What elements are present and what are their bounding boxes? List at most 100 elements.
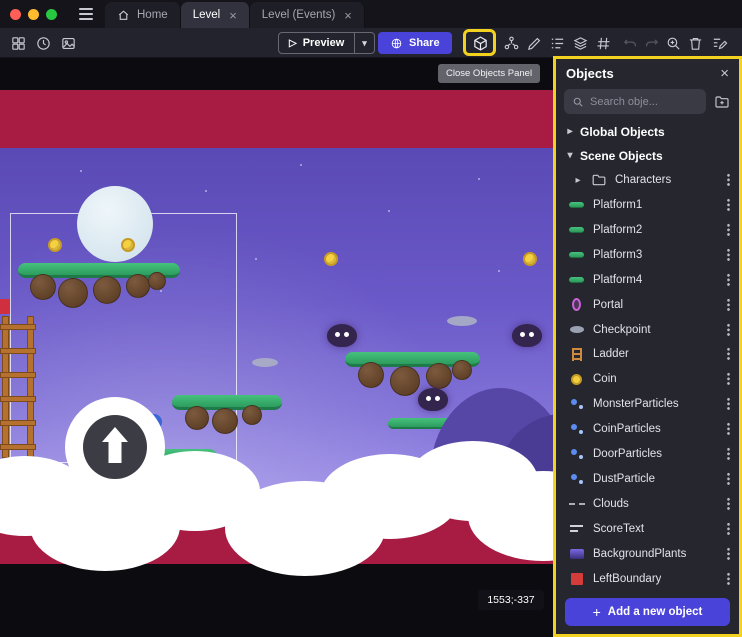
text-icon (568, 524, 585, 533)
plants-icon (568, 549, 585, 559)
grid-icon[interactable] (593, 33, 613, 53)
object-item-clouds[interactable]: Clouds (556, 491, 739, 516)
tab-label: Level (Events) (262, 9, 336, 21)
add-folder-icon[interactable] (713, 94, 731, 110)
item-menu-icon[interactable] (727, 397, 730, 411)
cursor-coordinates: 1553;-337 (478, 590, 544, 610)
history-icon[interactable] (33, 33, 53, 53)
item-menu-icon[interactable] (727, 347, 730, 361)
item-menu-icon[interactable] (727, 572, 730, 586)
object-item-backgroundplants[interactable]: BackgroundPlants (556, 541, 739, 566)
item-menu-icon[interactable] (727, 248, 730, 262)
menu-icon[interactable] (67, 0, 105, 28)
add-new-object-button[interactable]: + Add a new object (565, 598, 730, 626)
panels-icon[interactable] (8, 33, 28, 53)
tab-home[interactable]: Home (105, 2, 181, 28)
object-item-platform3[interactable]: Platform3 (556, 242, 739, 267)
ladder-icon (568, 348, 585, 361)
dashed-line-icon (568, 503, 585, 505)
maximize-window-button[interactable] (46, 9, 57, 20)
gdevelop-window: Home Level × Level (Events) × ▷ Previe (0, 0, 742, 637)
item-menu-icon[interactable] (727, 298, 730, 312)
object-item-monsterparticles[interactable]: MonsterParticles (556, 392, 739, 417)
item-menu-icon[interactable] (727, 422, 730, 436)
coin-sprite[interactable] (121, 238, 135, 252)
cloud-sprite[interactable] (252, 358, 278, 367)
share-button[interactable]: Share (378, 32, 452, 54)
object-item-platform1[interactable]: Platform1 (556, 193, 739, 218)
particles-icon (568, 423, 585, 435)
titlebar: Home Level × Level (Events) × (0, 0, 742, 28)
object-item-leftboundary[interactable]: LeftBoundary (556, 566, 739, 591)
preview-dropdown[interactable]: ▾ (355, 33, 374, 53)
media-icon[interactable] (58, 33, 78, 53)
scene-canvas[interactable]: 1553;-337 (0, 58, 554, 637)
search-input[interactable]: Search obje... (564, 89, 706, 114)
object-item-doorparticles[interactable]: DoorParticles (556, 442, 739, 467)
item-menu-icon[interactable] (727, 323, 730, 337)
object-item-platform2[interactable]: Platform2 (556, 218, 739, 243)
close-tab-icon[interactable]: × (229, 9, 237, 22)
platform-icon (568, 227, 585, 233)
object-item-portal[interactable]: Portal (556, 292, 739, 317)
item-menu-icon[interactable] (727, 497, 730, 511)
close-tab-icon[interactable]: × (344, 9, 352, 22)
coin-sprite[interactable] (48, 238, 62, 252)
close-window-button[interactable] (10, 9, 21, 20)
object-item-characters[interactable]: ▸ Characters (556, 168, 739, 193)
object-item-checkpoint[interactable]: Checkpoint (556, 317, 739, 342)
minimize-window-button[interactable] (28, 9, 39, 20)
monster-sprite[interactable] (418, 388, 448, 411)
object-item-ladder[interactable]: Ladder (556, 342, 739, 367)
item-menu-icon[interactable] (727, 472, 730, 486)
jump-control-sprite[interactable] (65, 397, 165, 497)
undo-icon[interactable] (620, 33, 640, 53)
preview-button[interactable]: ▷ Preview ▾ (278, 32, 375, 54)
objects-panel: Objects × Search obje... ▸ Global Object… (553, 56, 742, 637)
zoom-in-icon[interactable] (663, 33, 683, 53)
item-menu-icon[interactable] (727, 198, 730, 212)
monster-sprite[interactable] (512, 324, 542, 347)
item-menu-icon[interactable] (727, 173, 730, 187)
redo-icon[interactable] (641, 33, 661, 53)
edit-scene-icon[interactable] (709, 33, 729, 53)
delete-trash-icon[interactable] (685, 33, 705, 53)
particles-icon (568, 398, 585, 410)
object-item-dustparticle[interactable]: DustParticle (556, 467, 739, 492)
search-placeholder: Search obje... (590, 96, 658, 108)
instances-list-icon[interactable] (547, 33, 567, 53)
particles-icon (568, 473, 585, 485)
object-item-scoretext[interactable]: ScoreText (556, 516, 739, 541)
group-global-objects[interactable]: ▸ Global Objects (556, 120, 739, 144)
cloud-sprite[interactable] (447, 316, 477, 326)
left-boundary-sprite[interactable] (0, 299, 10, 314)
arrow-up-icon (83, 415, 147, 479)
item-menu-icon[interactable] (727, 273, 730, 287)
red-square-icon (568, 573, 585, 585)
item-menu-icon[interactable] (727, 372, 730, 386)
item-menu-icon[interactable] (727, 447, 730, 461)
coin-sprite[interactable] (523, 252, 537, 266)
item-menu-icon[interactable] (727, 223, 730, 237)
object-groups-icon[interactable] (501, 33, 521, 53)
item-menu-icon[interactable] (727, 547, 730, 561)
object-item-coin[interactable]: Coin (556, 367, 739, 392)
item-menu-icon[interactable] (727, 522, 730, 536)
portal-icon (568, 298, 585, 311)
edit-pencil-icon[interactable] (524, 33, 544, 53)
ladder-sprite[interactable] (0, 316, 36, 458)
coin-sprite[interactable] (324, 252, 338, 266)
layers-icon[interactable] (570, 33, 590, 53)
close-panel-icon[interactable]: × (720, 65, 729, 82)
object-item-coinparticles[interactable]: CoinParticles (556, 417, 739, 442)
monster-sprite[interactable] (327, 324, 357, 347)
tab-level-events[interactable]: Level (Events) × (250, 2, 365, 28)
object-item-platform4[interactable]: Platform4 (556, 267, 739, 292)
search-icon (572, 96, 584, 108)
portal-sprite[interactable] (77, 186, 153, 262)
crimson-band-top (0, 90, 554, 148)
tab-level[interactable]: Level × (181, 2, 250, 28)
objects-panel-title: Objects (566, 66, 614, 81)
chevron-right-icon: ▸ (574, 175, 582, 186)
group-scene-objects[interactable]: ▾ Scene Objects (556, 144, 739, 168)
